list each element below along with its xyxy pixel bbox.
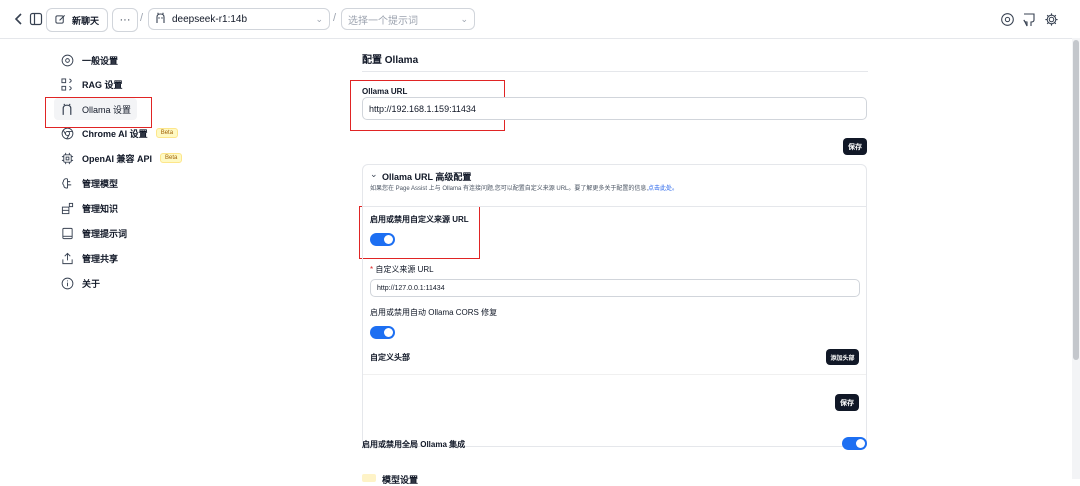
separator: / — [333, 12, 337, 24]
divider — [363, 374, 866, 375]
chrome-icon — [60, 126, 74, 140]
book-icon — [60, 226, 74, 240]
rag-icon — [60, 77, 74, 91]
sidebar-item-manage-models[interactable]: 管理模型 — [54, 172, 124, 194]
save-button[interactable]: 保存 — [843, 138, 867, 155]
back-chevron-icon[interactable] — [10, 10, 28, 28]
model-settings-title: 模型设置 — [382, 475, 419, 485]
separator: / — [140, 12, 144, 24]
custom-origin-toggle[interactable] — [370, 233, 395, 246]
model-value: deepseek-r1:14b — [172, 13, 248, 25]
toggle-knob — [384, 235, 393, 244]
sidebar-item-manage-prompts[interactable]: 管理提示词 — [54, 222, 133, 244]
advanced-save-button[interactable]: 保存 — [835, 394, 859, 411]
new-chat-label: 新聊天 — [72, 15, 100, 26]
toggle-knob — [856, 439, 865, 448]
beta-badge: Beta — [160, 153, 183, 163]
page-title: 配置 Ollama — [362, 55, 419, 66]
sidebar-item-label: Chrome AI 设置 — [82, 128, 148, 139]
prompt-placeholder: 选择一个提示词 — [348, 15, 418, 27]
learn-more-link[interactable]: 点击此处。 — [648, 186, 678, 192]
advanced-config-description: 如果您在 Page Assist 上与 Ollama 有连接问题,您可以配置自定… — [370, 186, 679, 192]
custom-origin-label: * 自定义来源 URL — [370, 265, 434, 274]
more-button[interactable]: ··· — [112, 8, 138, 32]
sidebar-item-label: Ollama 设置 — [82, 104, 132, 115]
add-header-button[interactable]: 添加头部 — [826, 349, 859, 365]
model-select[interactable]: deepseek-r1:14b ⌄ — [148, 8, 330, 30]
sidebar-item-rag[interactable]: RAG 设置 — [54, 73, 129, 95]
sidebar-item-label: 管理知识 — [82, 203, 119, 214]
ollama-icon — [60, 102, 74, 116]
chevron-down-icon[interactable]: ⌄ — [370, 169, 378, 180]
ollama-icon — [155, 12, 166, 27]
ollama-url-label: Ollama URL — [362, 87, 408, 96]
sidebar-item-label: 一般设置 — [82, 55, 119, 66]
sidebar-item-chrome-ai[interactable]: Chrome AI 设置 Beta — [54, 122, 184, 144]
cpu-icon — [60, 151, 74, 165]
section-badge — [362, 474, 376, 482]
sidebar-item-ollama[interactable]: Ollama 设置 — [54, 98, 138, 120]
share-icon — [60, 251, 74, 265]
prompt-select[interactable]: 选择一个提示词 ⌄ — [341, 8, 475, 30]
toggle-knob — [384, 328, 393, 337]
sidebar-item-label: OpenAI 兼容 API — [82, 153, 153, 164]
new-chat-button[interactable]: 新聊天 — [46, 8, 109, 32]
divider — [362, 71, 868, 72]
info-icon — [60, 276, 74, 290]
top-bar: 新聊天 ··· / deepseek-r1:14b ⌄ / 选择一个提示词 ⌄ — [0, 0, 1080, 39]
chevron-down-icon: ⌄ — [460, 13, 468, 24]
ollama-url-input[interactable]: http://192.168.1.159:11434 — [362, 97, 867, 120]
advanced-config-title[interactable]: Ollama URL 高级配置 — [382, 170, 471, 183]
sidebar-item-general[interactable]: 一般设置 — [54, 49, 124, 71]
sidebar-item-about[interactable]: 关于 — [54, 272, 106, 294]
gear-icon[interactable] — [1042, 10, 1060, 28]
sidebar-item-manage-sharing[interactable]: 管理共享 — [54, 247, 124, 269]
gear-circle-icon — [60, 53, 74, 67]
sidebar-item-label: 管理提示词 — [82, 228, 128, 239]
page-scrollbar[interactable] — [1072, 38, 1080, 479]
chevron-down-icon: ⌄ — [315, 13, 323, 24]
global-integration-toggle[interactable] — [842, 437, 867, 450]
sidebar-toggle-icon[interactable] — [27, 10, 45, 28]
cors-toggle-label: 启用或禁用自动 Ollama CORS 修复 — [370, 308, 498, 317]
custom-headers-label: 自定义头部 — [370, 353, 410, 362]
scrollbar-thumb[interactable] — [1073, 40, 1079, 360]
github-icon[interactable] — [1020, 10, 1038, 28]
cors-toggle[interactable] — [370, 326, 395, 339]
edit-icon — [55, 14, 66, 27]
brain-icon — [60, 176, 74, 190]
sidebar-item-openai-api[interactable]: OpenAI 兼容 API Beta — [54, 147, 188, 169]
sidebar-item-manage-knowledge[interactable]: 管理知识 — [54, 197, 124, 219]
divider — [363, 206, 866, 207]
sidebar-item-label: RAG 设置 — [82, 79, 123, 90]
sidebar-item-label: 管理模型 — [82, 178, 119, 189]
beta-badge: Beta — [155, 128, 179, 138]
settings-circle-icon[interactable] — [998, 10, 1016, 28]
global-integration-label: 启用或禁用全局 Ollama 集成 — [362, 440, 466, 449]
custom-origin-input[interactable]: http://127.0.0.1:11434 — [370, 279, 860, 297]
blocks-icon — [60, 201, 74, 215]
sidebar-item-label: 管理共享 — [82, 253, 119, 264]
sidebar-item-label: 关于 — [82, 278, 101, 289]
custom-origin-toggle-label: 启用或禁用自定义来源 URL — [370, 215, 469, 224]
